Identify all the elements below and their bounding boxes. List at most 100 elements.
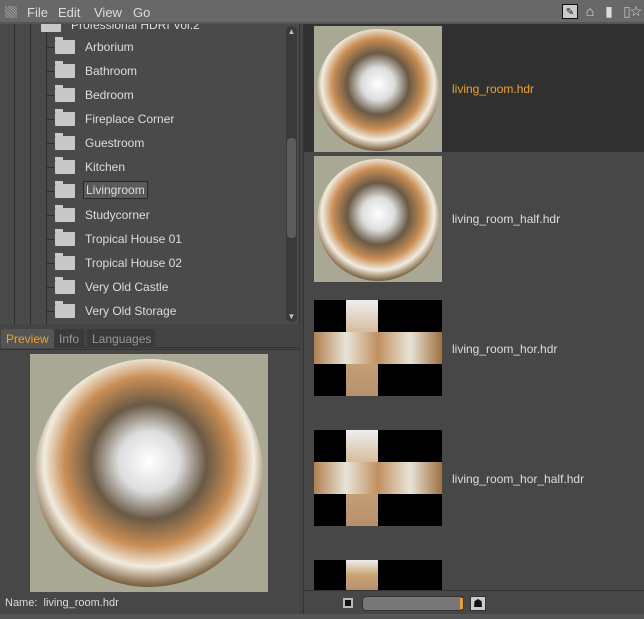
tree-item[interactable]: Kitchen (46, 156, 286, 178)
folder-icon (55, 61, 75, 78)
tree-item[interactable]: Very Old Castle (46, 276, 286, 298)
tree-item-label: Tropical House 02 (85, 256, 182, 270)
tree-item[interactable]: Studycorner (46, 204, 286, 226)
folder-icon (55, 85, 75, 102)
tree-connector (46, 191, 54, 192)
tree-item[interactable]: Bedroom (46, 84, 286, 106)
tree-item[interactable]: Tropical House 01 (46, 228, 286, 250)
edit-icon[interactable]: ✎ (562, 4, 578, 19)
file-name: living_room_half.hdr (452, 212, 561, 226)
folder-icon (55, 205, 75, 222)
slider-handle[interactable] (460, 598, 463, 609)
folder-icon (55, 301, 75, 318)
folder-icon (55, 157, 75, 174)
name-label: Name: (5, 597, 38, 609)
scroll-thumb[interactable] (287, 138, 296, 238)
tree-item-label: Arborium (85, 40, 134, 54)
file-thumbnail (314, 26, 442, 152)
tab-bar: Preview Info Languages (0, 328, 300, 348)
tree-item-label: Guestroom (85, 136, 145, 150)
tree-connector (46, 143, 54, 144)
large-thumbs-icon[interactable]: ☗ (470, 596, 486, 611)
folder-icon (55, 37, 75, 54)
menu-bar: File Edit View Go ✎ ⌂ ▮ ▯ ☆ (0, 0, 644, 24)
tree-item[interactable]: Fireplace Corner (46, 108, 286, 130)
hdr-sphere (317, 159, 439, 281)
thumb-size-slider[interactable] (362, 596, 464, 611)
tab-preview[interactable]: Preview (1, 329, 54, 348)
tree-item-label: Bathroom (85, 64, 138, 78)
folder-icon (55, 109, 75, 126)
tree-connector (46, 95, 54, 96)
folder-icon (55, 253, 75, 270)
preview-image (30, 354, 268, 592)
tree-connector (46, 215, 54, 216)
folder-icon (55, 277, 75, 294)
preview-panel: Name: living_room.hdr (0, 349, 300, 619)
file-item[interactable]: living_room_hor.hdr (304, 284, 644, 412)
scroll-down-icon[interactable]: ▼ (286, 312, 297, 321)
folder-icon (55, 181, 75, 198)
tree-item[interactable]: Tropical House 02 (46, 252, 286, 274)
tree-item[interactable]: Guestroom (46, 132, 286, 154)
file-list: living_room.hdr living_room_half.hdrlivin… (303, 24, 644, 590)
tree-item[interactable]: Livingroom (46, 180, 286, 202)
tree-item-label: Livingroom (83, 181, 148, 199)
tree-connector (46, 239, 54, 240)
tree-item-label: Studycorner (85, 208, 150, 222)
file-item[interactable] (304, 544, 644, 590)
tree-connector (46, 47, 54, 48)
menu-go[interactable]: Go (133, 5, 150, 20)
tree-connector (46, 167, 54, 168)
tree-line (30, 24, 31, 324)
menu-view[interactable]: View (94, 5, 122, 20)
tree-connector (46, 311, 54, 312)
grip-icon[interactable] (5, 6, 17, 18)
tree-item-label: Tropical House 01 (85, 232, 182, 246)
tree-scrollbar[interactable]: ▲ ▼ (286, 26, 297, 322)
file-item[interactable]: living_room_hor_half.hdr (304, 414, 644, 542)
tree-item-label: Very Old Castle (85, 280, 169, 294)
tree-item-label: Very Old Storage (85, 304, 177, 318)
hdr-sphere (317, 29, 439, 151)
tree-connector (46, 263, 54, 264)
tab-info[interactable]: Info (54, 329, 85, 348)
tree-item-label: Fireplace Corner (85, 112, 175, 126)
name-line: Name: living_room.hdr (5, 597, 119, 609)
tree-connector (46, 71, 54, 72)
file-thumbnail (314, 560, 442, 590)
file-item[interactable]: living_room.hdr (304, 24, 644, 152)
home-icon[interactable]: ⌂ (582, 4, 598, 19)
tree-line (14, 24, 15, 324)
menu-edit[interactable]: Edit (58, 5, 80, 20)
tab-languages[interactable]: Languages (87, 329, 155, 348)
tree-item-parent[interactable]: Professional HDRI Vol.2 (32, 24, 272, 36)
hdr-sphere (35, 359, 263, 587)
tree-connector (46, 119, 54, 120)
file-thumbnail (314, 300, 442, 396)
file-item[interactable]: living_room_half.hdr (304, 154, 644, 282)
folder-tree: Professional HDRI Vol.2 Arborium Bathroom… (0, 24, 300, 324)
folder-icon (55, 229, 75, 246)
scroll-up-icon[interactable]: ▲ (286, 27, 297, 36)
jar-icon[interactable]: ▮ (601, 4, 617, 19)
file-thumbnail (314, 430, 442, 526)
folder-icon (41, 24, 61, 32)
bottom-bar: ☗ (303, 590, 644, 614)
folder-icon (55, 133, 75, 150)
menu-file[interactable]: File (27, 5, 48, 20)
tree-item-label: Bedroom (85, 88, 134, 102)
star-icon[interactable]: ☆ (628, 4, 644, 19)
tree-item[interactable]: Arborium (46, 36, 286, 58)
cross-horizontal (314, 462, 442, 494)
tree-connector (46, 287, 54, 288)
file-name: living_room_hor.hdr (452, 342, 558, 356)
tree-item[interactable]: Bathroom (46, 60, 286, 82)
tree-item-label: Kitchen (85, 160, 126, 174)
tree-item[interactable]: Very Old Storage (46, 300, 286, 322)
status-bar (0, 614, 644, 619)
file-name: living_room_hor_half.hdr (452, 472, 585, 486)
cross-horizontal (314, 332, 442, 364)
tree-parent-label: Professional HDRI Vol.2 (71, 24, 200, 32)
small-thumbs-icon[interactable] (343, 598, 353, 608)
